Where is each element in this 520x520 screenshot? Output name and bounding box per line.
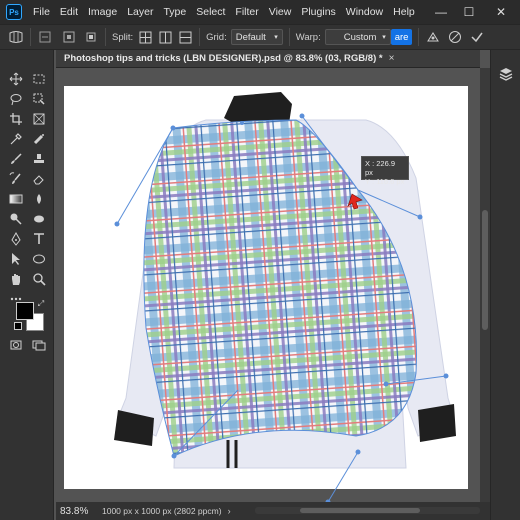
split-vertical-icon[interactable] [157, 29, 173, 45]
stamp-icon[interactable] [30, 150, 48, 168]
swap-colors-icon[interactable]: ⤢ [36, 299, 46, 309]
lasso-icon[interactable] [7, 90, 25, 108]
menu-filter[interactable]: Filter [230, 0, 263, 24]
puppet-warp-icon[interactable] [425, 29, 441, 45]
tools-panel: ⤢ [0, 50, 54, 520]
default-colors-icon[interactable] [14, 322, 22, 330]
frame-icon[interactable] [30, 110, 48, 128]
reset-warp-icon[interactable] [37, 29, 53, 45]
eyedropper-icon[interactable] [7, 130, 25, 148]
menu-edit[interactable]: Edit [55, 0, 83, 24]
commit-transform-icon[interactable] [469, 29, 485, 45]
path-select-icon[interactable] [7, 250, 25, 268]
pen-icon[interactable] [7, 230, 25, 248]
chevron-right-icon[interactable]: › [228, 506, 231, 516]
square-icon[interactable] [83, 29, 99, 45]
menu-type[interactable]: Type [158, 0, 191, 24]
hand-icon[interactable] [7, 270, 25, 288]
warp-tool-icon[interactable] [8, 29, 24, 45]
chevron-down-icon: ▾ [274, 34, 278, 41]
zoom-level[interactable]: 83.8% [60, 506, 94, 517]
menu-plugins[interactable]: Plugins [296, 0, 340, 24]
eraser-icon[interactable] [30, 170, 48, 188]
canvas-area[interactable] [56, 68, 480, 502]
crop-icon[interactable] [7, 110, 25, 128]
divider [418, 28, 420, 46]
vertical-scroll-thumb[interactable] [482, 210, 488, 330]
warp-value: Custom [343, 31, 377, 43]
menu-file[interactable]: File [28, 0, 55, 24]
object-select-icon[interactable] [30, 90, 48, 108]
split-cross-icon[interactable] [137, 29, 153, 45]
type-icon[interactable] [30, 230, 48, 248]
menu-image[interactable]: Image [83, 0, 122, 24]
history-brush-icon[interactable] [7, 170, 25, 188]
move-icon[interactable] [7, 70, 25, 88]
dodge-icon[interactable] [7, 210, 25, 228]
close-tab-icon[interactable]: × [389, 53, 395, 64]
blur-icon[interactable] [30, 190, 48, 208]
foreground-color-swatch[interactable] [16, 302, 34, 320]
document-title: Photoshop tips and tricks (LBN DESIGNER)… [64, 53, 383, 64]
align-icon[interactable] [61, 29, 77, 45]
horizontal-scroll-thumb[interactable] [300, 508, 420, 513]
maximize-button[interactable]: ☐ [454, 0, 484, 24]
menu-select[interactable]: Select [191, 0, 230, 24]
grid-value: Default [235, 31, 266, 43]
grid-label: Grid: [206, 31, 227, 43]
coordinates-tooltip: X : 226.9 px Y : 116.6 px [361, 156, 409, 186]
divider [199, 28, 201, 46]
divider [288, 28, 290, 46]
shape-icon[interactable] [30, 250, 48, 268]
divider [105, 28, 106, 46]
warp-label: Warp: [295, 31, 321, 43]
options-bar: Split: Grid: Default ▾ Warp: Custom ▾ ar… [0, 24, 520, 50]
marquee-icon[interactable] [30, 70, 48, 88]
screen-mode-icon[interactable] [30, 336, 48, 354]
brush-icon[interactable] [7, 150, 25, 168]
minimize-button[interactable]: — [426, 0, 456, 24]
cancel-transform-icon[interactable] [447, 29, 463, 45]
panel-dock [490, 50, 520, 520]
x-coordinate: X : 226.9 px [365, 159, 396, 177]
grid-dropdown[interactable]: Default ▾ [230, 29, 283, 45]
spot-heal-icon[interactable] [30, 130, 48, 148]
split-horizontal-icon[interactable] [177, 29, 193, 45]
chevron-down-icon: ▾ [382, 34, 386, 41]
y-coordinate: Y : 116.6 px [365, 177, 405, 186]
divider [30, 28, 31, 46]
split-label: Split: [112, 31, 134, 43]
layers-panel-icon[interactable] [498, 66, 514, 82]
share-button[interactable]: are [390, 29, 413, 45]
menu-view[interactable]: View [264, 0, 297, 24]
sponge-icon[interactable] [30, 210, 48, 228]
document-tab[interactable]: Photoshop tips and tricks (LBN DESIGNER)… [56, 50, 480, 68]
gradient-icon[interactable] [7, 190, 25, 208]
quick-mask-icon[interactable] [7, 336, 25, 354]
menu-window[interactable]: Window [341, 0, 388, 24]
close-window-button[interactable]: ✕ [486, 0, 516, 24]
document-info: 1000 px x 1000 px (2802 ppcm) [102, 506, 222, 516]
warp-dropdown[interactable]: Custom ▾ [324, 29, 391, 45]
menu-layer[interactable]: Layer [122, 0, 158, 24]
zoom-icon[interactable] [30, 270, 48, 288]
menu-help[interactable]: Help [388, 0, 420, 24]
app-logo: Ps [6, 4, 22, 20]
